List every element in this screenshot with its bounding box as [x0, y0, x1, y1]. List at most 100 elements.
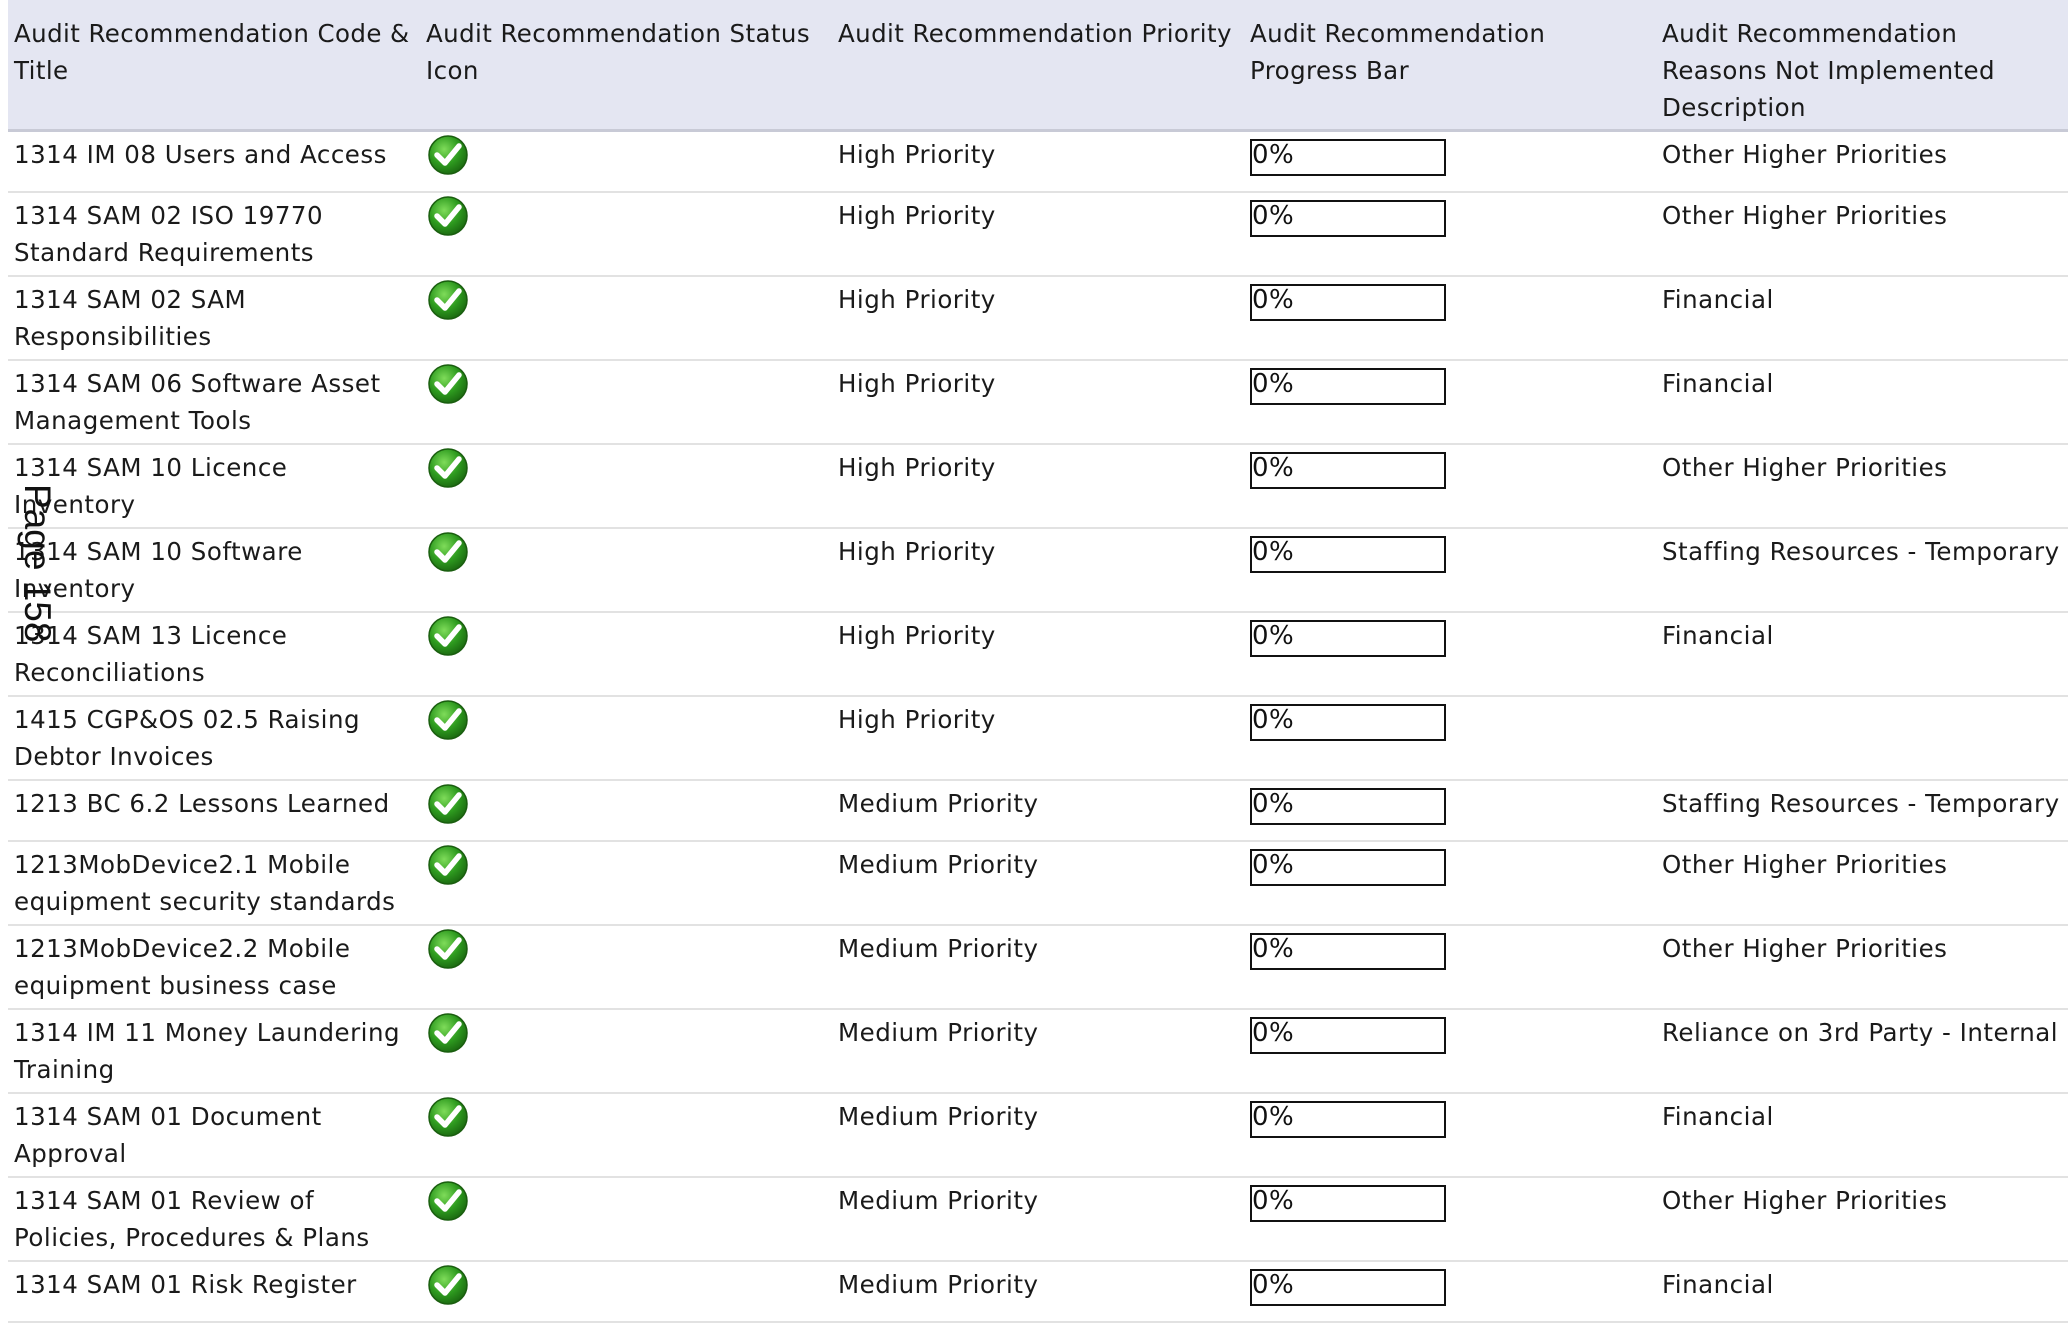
reason-text: Other Higher Priorities — [1662, 453, 1948, 482]
green-check-icon — [428, 784, 468, 824]
title-text: 1314 SAM 02 ISO 19770 Standard Requireme… — [14, 201, 324, 267]
audit-report: Audit Recommendation Code & Title Audit … — [8, 0, 2068, 1323]
priority-text: High Priority — [838, 537, 996, 566]
reason-text: Other Higher Priorities — [1662, 934, 1948, 963]
title-text: 1213MobDevice2.2 Mobile equipment busine… — [14, 934, 351, 1000]
reason-text: Other Higher Priorities — [1662, 140, 1948, 169]
recommendation-title: 1314 SAM 10 Software Inventory — [8, 528, 420, 613]
priority-cell: Medium Priority — [832, 1009, 1244, 1094]
status-cell — [420, 1177, 832, 1262]
progress-cell: 0% — [1244, 612, 1656, 697]
status-cell — [420, 841, 832, 926]
priority-cell: High Priority — [832, 276, 1244, 361]
green-check-icon — [428, 280, 468, 320]
title-text: 1314 SAM 01 Risk Register — [14, 1270, 357, 1299]
progress-cell: 0% — [1244, 130, 1656, 193]
progress-label: 0% — [1252, 1186, 1295, 1216]
progress-cell: 0% — [1244, 1261, 1656, 1323]
title-text: 1314 SAM 06 Software Asset Management To… — [14, 369, 381, 435]
green-check-icon — [428, 1013, 468, 1053]
header-reasons: Audit Recommendation Reasons Not Impleme… — [1656, 0, 2068, 132]
reason-cell: Financial — [1656, 276, 2068, 361]
priority-text: High Priority — [838, 705, 996, 734]
priority-text: Medium Priority — [838, 934, 1039, 963]
reason-cell: Reliance on 3rd Party - Internal — [1656, 1009, 2068, 1094]
recommendation-title: 1213 BC 6.2 Lessons Learned — [8, 780, 420, 842]
priority-text: High Priority — [838, 201, 996, 230]
title-text: 1213 BC 6.2 Lessons Learned — [14, 789, 390, 818]
progress-label: 0% — [1252, 537, 1295, 567]
progress-bar: 0% — [1250, 452, 1446, 489]
reason-text: Other Higher Priorities — [1662, 1186, 1948, 1215]
table-row: 1213MobDevice2.1 Mobile equipment securi… — [8, 841, 2068, 926]
title-text: 1314 IM 08 Users and Access — [14, 140, 387, 169]
priority-cell: Medium Priority — [832, 841, 1244, 926]
progress-cell: 0% — [1244, 696, 1656, 781]
progress-label: 0% — [1252, 369, 1295, 399]
progress-cell: 0% — [1244, 780, 1656, 842]
progress-bar: 0% — [1250, 1269, 1446, 1306]
progress-cell: 0% — [1244, 925, 1656, 1010]
priority-cell: High Priority — [832, 696, 1244, 781]
progress-label: 0% — [1252, 850, 1295, 880]
recommendation-title: 1314 IM 11 Money Laundering Training — [8, 1009, 420, 1094]
table-body: 1314 IM 08 Users and Access High Priorit… — [8, 130, 2068, 1323]
table-row: 1314 SAM 01 Document Approval Medium Pri… — [8, 1093, 2068, 1178]
reason-text: Financial — [1662, 1102, 1774, 1131]
title-text: 1314 SAM 02 SAM Responsibilities — [14, 285, 247, 351]
priority-text: Medium Priority — [838, 850, 1039, 879]
progress-cell: 0% — [1244, 192, 1656, 277]
progress-label: 0% — [1252, 140, 1295, 170]
reason-cell: Financial — [1656, 1261, 2068, 1323]
page-number-watermark: Page 158 — [8, 478, 68, 678]
reason-cell: Other Higher Priorities — [1656, 444, 2068, 529]
status-cell — [420, 1009, 832, 1094]
reason-text: Other Higher Priorities — [1662, 201, 1948, 230]
priority-cell: High Priority — [832, 192, 1244, 277]
reason-text: Reliance on 3rd Party - Internal — [1662, 1018, 2059, 1047]
progress-label: 0% — [1252, 453, 1295, 483]
recommendation-title: 1314 SAM 01 Review of Policies, Procedur… — [8, 1177, 420, 1262]
table-row: 1314 IM 11 Money Laundering Training Med… — [8, 1009, 2068, 1094]
table-row: 1314 SAM 01 Review of Policies, Procedur… — [8, 1177, 2068, 1262]
green-check-icon — [428, 364, 468, 404]
recommendation-title: 1314 SAM 13 Licence Reconciliations — [8, 612, 420, 697]
table-row: 1314 SAM 13 Licence Reconciliations High… — [8, 612, 2068, 697]
title-text: 1314 IM 11 Money Laundering Training — [14, 1018, 401, 1084]
reason-cell: Financial — [1656, 612, 2068, 697]
green-check-icon — [428, 1265, 468, 1305]
header-priority: Audit Recommendation Priority — [832, 0, 1244, 132]
progress-bar: 0% — [1250, 200, 1446, 237]
priority-cell: Medium Priority — [832, 1093, 1244, 1178]
header-progress-bar: Audit Recommendation Progress Bar — [1244, 0, 1656, 132]
progress-cell: 0% — [1244, 444, 1656, 529]
table-row: 1314 SAM 02 SAM Responsibilities High Pr… — [8, 276, 2068, 361]
status-cell — [420, 612, 832, 697]
progress-label: 0% — [1252, 789, 1295, 819]
reason-cell: Other Higher Priorities — [1656, 192, 2068, 277]
table-row: 1314 SAM 10 Software Inventory High Prio… — [8, 528, 2068, 613]
priority-cell: High Priority — [832, 444, 1244, 529]
title-text: 1314 SAM 01 Review of Policies, Procedur… — [14, 1186, 370, 1252]
table-row: 1314 SAM 10 Licence Inventory High Prior… — [8, 444, 2068, 529]
recommendation-title: 1213MobDevice2.2 Mobile equipment busine… — [8, 925, 420, 1010]
recommendation-title: 1314 SAM 06 Software Asset Management To… — [8, 360, 420, 445]
progress-bar: 0% — [1250, 788, 1446, 825]
audit-table: Audit Recommendation Code & Title Audit … — [8, 0, 2068, 1323]
title-text: 1314 SAM 01 Document Approval — [14, 1102, 322, 1168]
reason-text: Financial — [1662, 285, 1774, 314]
priority-cell: Medium Priority — [832, 1177, 1244, 1262]
progress-cell: 0% — [1244, 528, 1656, 613]
priority-text: High Priority — [838, 369, 996, 398]
table-row: 1314 IM 08 Users and Access High Priorit… — [8, 130, 2068, 193]
priority-text: High Priority — [838, 453, 996, 482]
green-check-icon — [428, 929, 468, 969]
priority-text: Medium Priority — [838, 1018, 1039, 1047]
green-check-icon — [428, 616, 468, 656]
progress-bar: 0% — [1250, 368, 1446, 405]
table-row: 1213 BC 6.2 Lessons Learned Medium Prior… — [8, 780, 2068, 842]
priority-text: Medium Priority — [838, 1270, 1039, 1299]
status-cell — [420, 780, 832, 842]
priority-cell: High Priority — [832, 528, 1244, 613]
status-cell — [420, 130, 832, 193]
